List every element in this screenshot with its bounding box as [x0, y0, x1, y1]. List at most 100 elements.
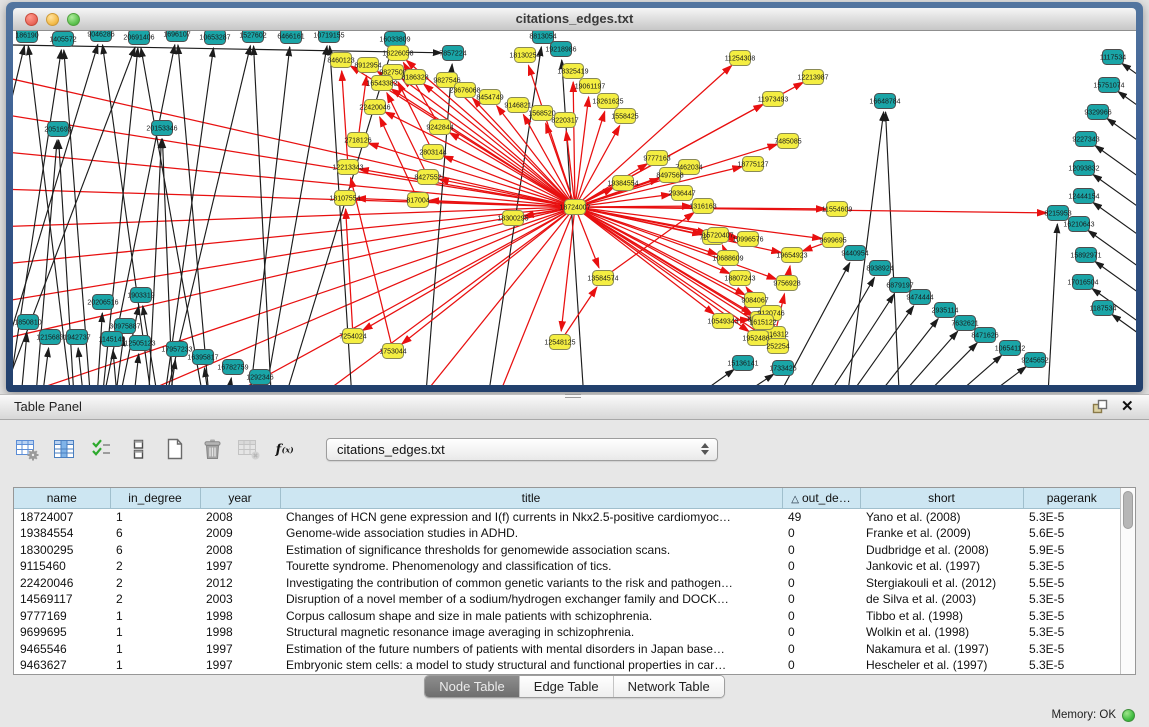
column-header-year[interactable]: year [200, 488, 280, 508]
network-node-1850810[interactable]: 1850810 [14, 315, 41, 330]
function-builder-icon[interactable]: f (x) [273, 436, 299, 462]
network-node-15892971[interactable]: 15892971 [1070, 248, 1101, 263]
column-header-name[interactable]: name [14, 488, 110, 508]
float-panel-icon[interactable] [1092, 399, 1108, 415]
tab-node-table[interactable]: Node Table [425, 676, 519, 697]
network-node-1558425[interactable]: 1558425 [611, 109, 638, 124]
network-node-7485085[interactable]: 7485085 [774, 134, 801, 149]
network-node-18226058[interactable]: 18226058 [382, 46, 413, 61]
network-node-6466161[interactable]: 6466161 [277, 31, 304, 44]
network-node-9242844[interactable]: 9242844 [426, 120, 453, 135]
new-table-icon[interactable] [162, 436, 188, 462]
network-node-2936447[interactable]: 2936447 [668, 186, 695, 201]
table-row[interactable]: 946554611997Estimation of the future num… [14, 641, 1120, 658]
panel-resize-grip[interactable] [565, 394, 581, 398]
network-node-8460123[interactable]: 8460123 [327, 53, 354, 68]
network-node-13584574[interactable]: 13584574 [587, 271, 618, 286]
table-row[interactable]: 977716911998Corpus callosum shape and si… [14, 608, 1120, 625]
network-node-19061197[interactable]: 19061197 [575, 79, 606, 94]
network-node-10654112[interactable]: 10654112 [995, 341, 1026, 356]
network-node-15136141[interactable]: 15136141 [727, 356, 758, 371]
network-node-12548125[interactable]: 12548125 [544, 335, 575, 350]
network-node-9777163[interactable]: 9777163 [643, 151, 670, 166]
network-node-1527602[interactable]: 1527602 [239, 31, 266, 43]
column-header-title[interactable]: title [280, 488, 782, 508]
table-row[interactable]: 969969511998Structural magnetic resonanc… [14, 624, 1120, 641]
network-node-1753044[interactable]: 1753044 [379, 344, 406, 359]
network-node-8215953[interactable]: 8215953 [1044, 206, 1071, 221]
network-node-9440954[interactable]: 9440954 [841, 246, 868, 261]
network-node-8912954[interactable]: 8912954 [354, 58, 381, 73]
network-node-2803144[interactable]: 2803144 [419, 145, 446, 160]
network-canvas[interactable]: 1861901405572904628620691406169610710653… [13, 31, 1136, 385]
network-node-16782759[interactable]: 16782759 [217, 360, 248, 375]
network-node-1187534[interactable]: 1187534 [1090, 301, 1117, 316]
network-node-2935114[interactable]: 2935114 [932, 303, 959, 318]
table-row[interactable]: 946362711997Embryonic stem cells: a mode… [14, 657, 1120, 674]
network-node-16648784[interactable]: 16648784 [869, 94, 900, 109]
network-node-9227343[interactable]: 9227343 [1072, 132, 1099, 147]
network-node-8497568[interactable]: 8497568 [656, 168, 683, 183]
network-node-12444154[interactable]: 12444154 [1068, 189, 1099, 204]
row-selection-icon[interactable] [88, 436, 114, 462]
network-node-1215683[interactable]: 1215683 [36, 330, 63, 345]
table-selector[interactable]: citations_edges.txt [326, 438, 718, 461]
window-titlebar[interactable]: citations_edges.txt [13, 8, 1136, 31]
table-row[interactable]: 911546021997Tourette syndrome. Phenomeno… [14, 558, 1120, 575]
network-node-15751074[interactable]: 15751074 [1093, 78, 1124, 93]
network-node-11554609[interactable]: 11554609 [822, 202, 853, 217]
table-settings-icon[interactable] [14, 436, 40, 462]
network-node-817004[interactable]: 817004 [406, 193, 429, 208]
network-node-11254308[interactable]: 11254308 [725, 51, 756, 66]
network-node-9046286[interactable]: 9046286 [87, 31, 114, 42]
network-node-8186328[interactable]: 8186328 [401, 70, 428, 85]
network-node-1942737[interactable]: 1942737 [63, 330, 90, 345]
network-node-13261625[interactable]: 13261625 [592, 94, 623, 109]
network-node-12093832[interactable]: 12093832 [1068, 161, 1099, 176]
table-row[interactable]: 1456911722003Disruption of a novel membe… [14, 591, 1120, 608]
network-node-1405572[interactable]: 1405572 [49, 32, 76, 47]
citation-network-graph[interactable]: 1861901405572904628620691406169610710653… [13, 31, 1136, 385]
network-node-20153346[interactable]: 20153346 [146, 121, 177, 136]
column-visibility-icon[interactable] [51, 436, 77, 462]
network-node-16033809[interactable]: 16033809 [379, 32, 410, 47]
column-header-short[interactable]: short [860, 488, 1023, 508]
network-node-19654923[interactable]: 19654923 [776, 248, 807, 263]
column-header-pagerank[interactable]: pagerank [1023, 488, 1120, 508]
network-node-9245652[interactable]: 9245652 [1021, 353, 1048, 368]
column-header-in-degree[interactable]: in_degree [110, 488, 200, 508]
network-node-1145149[interactable]: 1145149 [99, 332, 126, 347]
network-node-10996576[interactable]: 10996576 [732, 232, 763, 247]
import-table-icon[interactable] [236, 436, 262, 462]
network-node-9329966[interactable]: 9329966 [1084, 105, 1111, 120]
network-node-17016504[interactable]: 17016504 [1067, 275, 1098, 290]
network-node-7857224[interactable]: 7857224 [439, 46, 466, 61]
network-node-20206516[interactable]: 20206516 [87, 295, 118, 310]
network-node-10719155[interactable]: 10719155 [313, 31, 344, 43]
scrollbar-thumb[interactable] [1123, 491, 1133, 529]
table-row[interactable]: 1872400712008Changes of HCN gene express… [14, 508, 1120, 525]
network-node-1117534[interactable]: 1117534 [1100, 50, 1126, 65]
network-node-8471626[interactable]: 8471626 [971, 328, 998, 343]
network-node-1292346[interactable]: 1292346 [246, 370, 273, 385]
network-node-1615122[interactable]: 1615122 [749, 315, 776, 330]
table-row[interactable]: 1830029562008Estimation of significance … [14, 542, 1120, 559]
network-node-9474444[interactable]: 9474444 [906, 290, 933, 305]
network-node-18775127[interactable]: 18775127 [737, 157, 768, 172]
network-node-10688609[interactable]: 10688609 [712, 251, 743, 266]
network-node-9699695[interactable]: 9699695 [819, 233, 846, 248]
network-node-7254024[interactable]: 7254024 [339, 329, 366, 344]
tab-edge-table[interactable]: Edge Table [519, 676, 613, 697]
network-node-8938924[interactable]: 8938924 [866, 261, 893, 276]
network-node-1696107[interactable]: 1696107 [163, 31, 190, 42]
network-node-6879197[interactable]: 6879197 [886, 278, 913, 293]
delete-table-icon[interactable] [199, 436, 225, 462]
table-row[interactable]: 1938455462009Genome-wide association stu… [14, 525, 1120, 542]
table-row[interactable]: 2242004622012Investigating the contribut… [14, 575, 1120, 592]
network-node-1316163[interactable]: 1316163 [689, 199, 716, 214]
network-node-8454749[interactable]: 8454749 [476, 90, 503, 105]
network-node-20691406[interactable]: 20691406 [123, 31, 154, 45]
network-node-2718126[interactable]: 2718126 [344, 133, 371, 148]
close-panel-icon[interactable]: ✕ [1121, 399, 1137, 415]
network-node-9756928[interactable]: 9756928 [773, 276, 800, 291]
